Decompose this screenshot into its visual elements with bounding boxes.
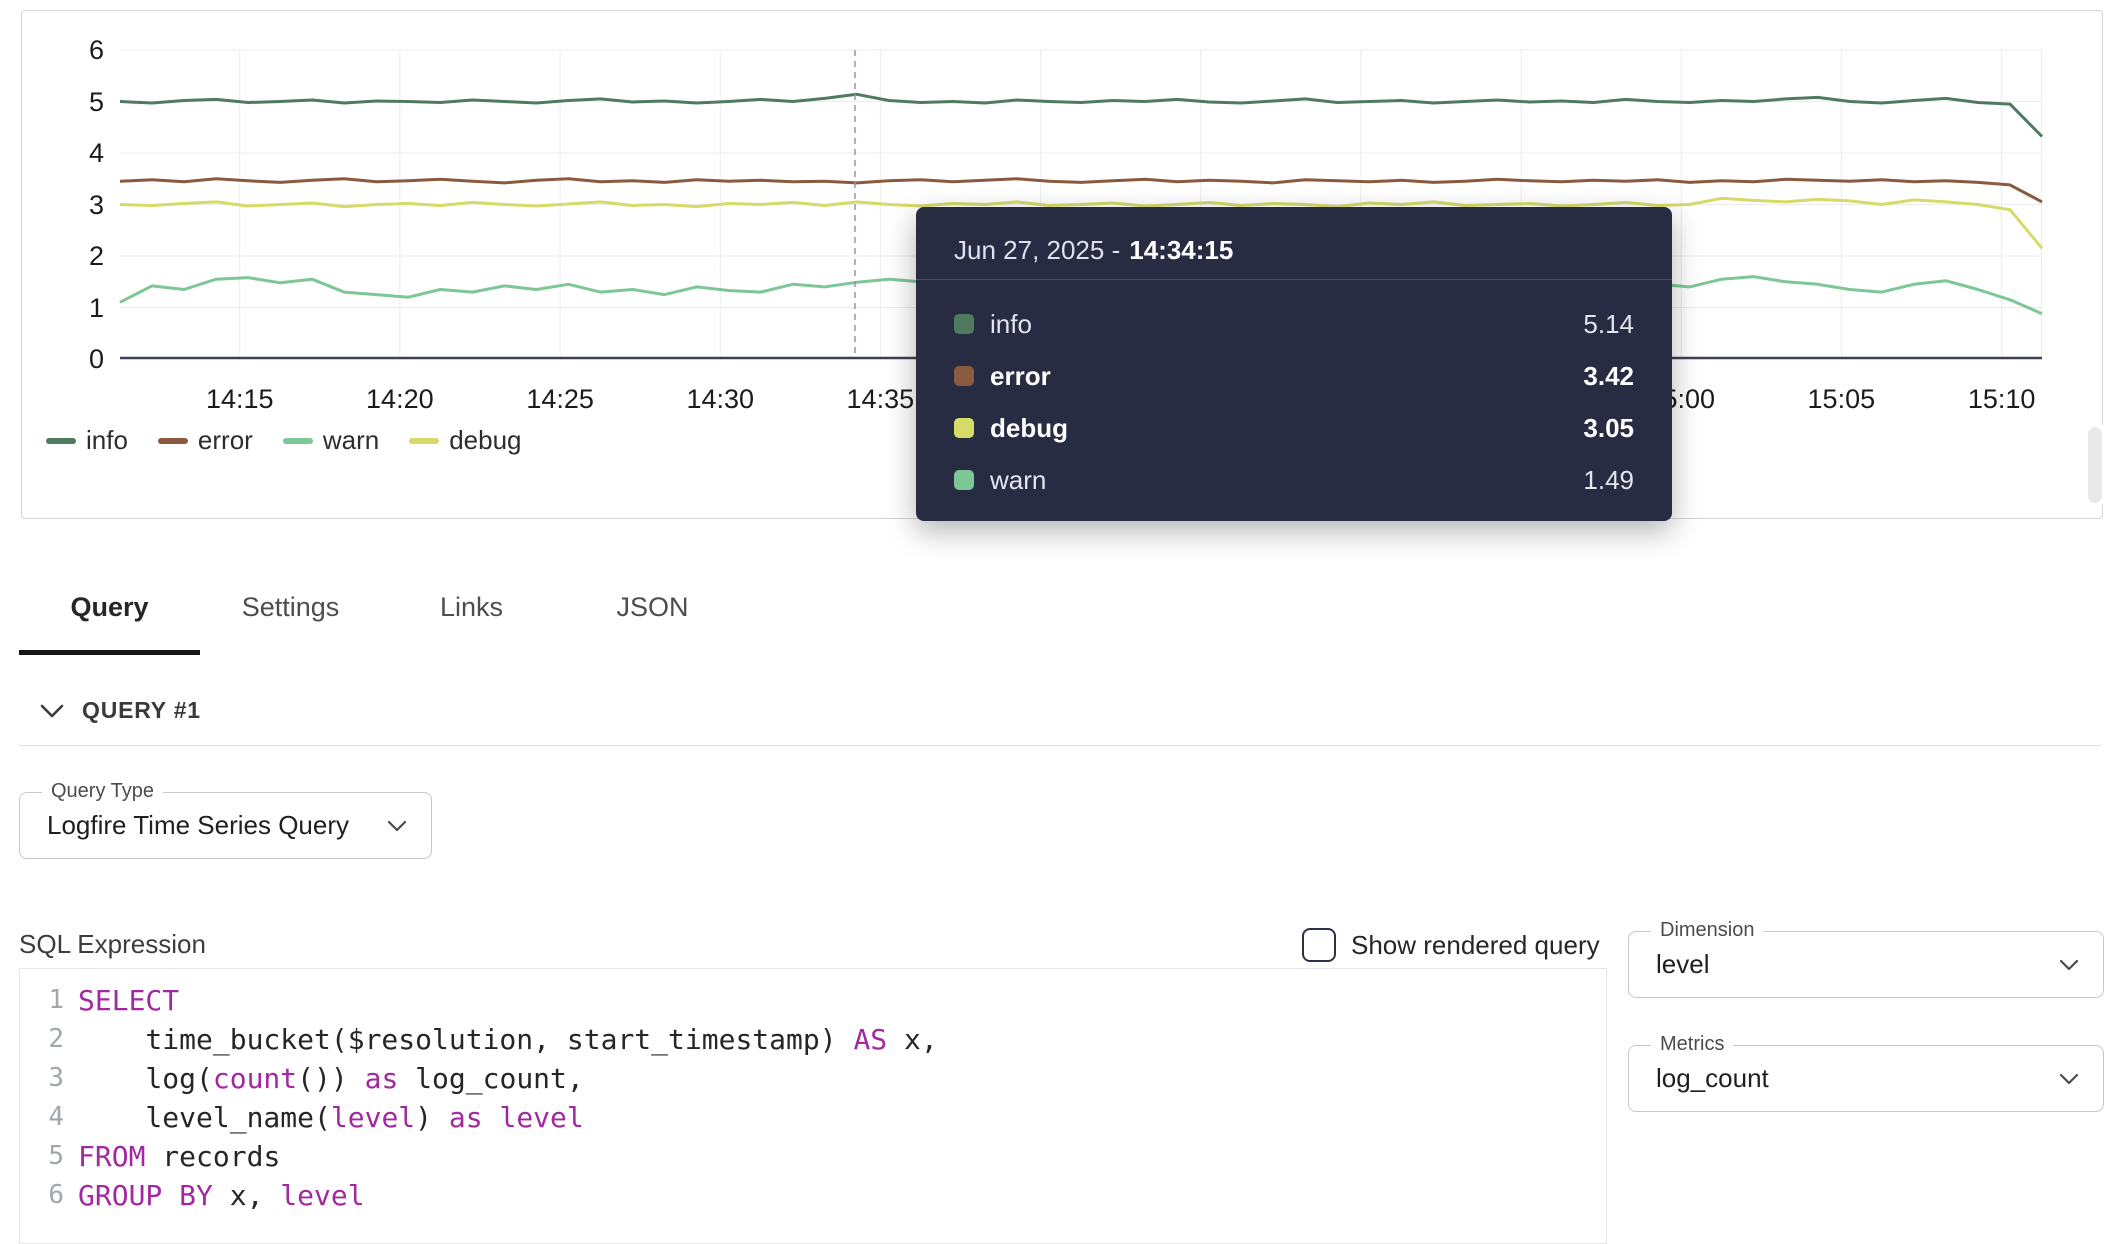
x-axis-tick-label: 14:25: [526, 384, 594, 415]
y-axis-tick-label: 3: [50, 189, 104, 221]
chart-tooltip: Jun 27, 2025 - 14:34:15 info 5.14 error 3.42…: [916, 207, 1672, 521]
dimension-value: level: [1656, 932, 1709, 997]
series-line-error: [120, 179, 2042, 202]
legend-swatch: [409, 438, 439, 444]
series-color-swatch: [954, 470, 974, 490]
sql-editor[interactable]: 1SELECT2 time_bucket($resolution, start_…: [19, 968, 1607, 1244]
page: info error warn debug Jun 27, 2025 - 14:34:1…: [0, 0, 2118, 1244]
code-text: FROM records: [78, 1137, 280, 1176]
tooltip-series-name: error: [990, 361, 1567, 392]
code-line[interactable]: 4 level_name(level) as level: [20, 1098, 1606, 1137]
code-text: level_name(level) as level: [78, 1098, 584, 1137]
chart-scrollbar[interactable]: [2084, 425, 2106, 505]
tab-bar: Query Settings Links JSON: [19, 565, 743, 655]
line-number: 6: [20, 1176, 64, 1215]
show-rendered-query-toggle[interactable]: Show rendered query: [1302, 928, 1600, 962]
query-section-header[interactable]: QUERY #1: [40, 697, 201, 724]
tooltip-time: 14:34:15: [1129, 235, 1233, 265]
tooltip-series-value: 5.14: [1583, 309, 1634, 340]
sql-expression-label: SQL Expression: [19, 929, 206, 960]
query-type-value: Logfire Time Series Query: [47, 793, 349, 858]
legend-label: warn: [323, 425, 379, 456]
query-type-select[interactable]: Query Type Logfire Time Series Query: [19, 792, 432, 859]
metrics-value: log_count: [1656, 1046, 1769, 1111]
section-divider: [19, 745, 2101, 746]
legend-item-error[interactable]: error: [158, 425, 253, 456]
tab-json[interactable]: JSON: [562, 565, 743, 655]
code-text: time_bucket($resolution, start_timestamp…: [78, 1020, 938, 1059]
tooltip-row-debug: debug 3.05: [954, 402, 1634, 454]
x-axis-tick-label: 15:05: [1808, 384, 1876, 415]
code-text: log(count()) as log_count,: [78, 1059, 584, 1098]
code-line[interactable]: 2 time_bucket($resolution, start_timesta…: [20, 1020, 1606, 1059]
legend-item-info[interactable]: info: [46, 425, 128, 456]
tooltip-row-warn: warn 1.49: [954, 454, 1634, 506]
legend-swatch: [283, 438, 313, 444]
tooltip-date: Jun 27, 2025 -: [954, 235, 1120, 265]
tab-settings[interactable]: Settings: [200, 565, 381, 655]
code-text: SELECT: [78, 981, 179, 1020]
tooltip-series-name: info: [990, 309, 1567, 340]
legend-item-debug[interactable]: debug: [409, 425, 521, 456]
tooltip-series-value: 3.05: [1583, 413, 1634, 444]
chevron-down-icon: [2059, 1073, 2079, 1085]
x-axis-tick-label: 14:20: [366, 384, 434, 415]
line-number: 2: [20, 1020, 64, 1059]
chevron-down-icon: [40, 704, 64, 718]
tooltip-row-info: info 5.14: [954, 298, 1634, 350]
x-axis-tick-label: 14:35: [847, 384, 915, 415]
code-line[interactable]: 6 GROUP BY x, level: [20, 1176, 1606, 1215]
legend-item-warn[interactable]: warn: [283, 425, 379, 456]
tab-query[interactable]: Query: [19, 565, 200, 655]
series-color-swatch: [954, 314, 974, 334]
dimension-select[interactable]: Dimension level: [1628, 931, 2104, 998]
y-axis-tick-label: 4: [50, 137, 104, 169]
series-line-info: [120, 94, 2042, 136]
line-number: 4: [20, 1098, 64, 1137]
chart-legend: info error warn debug: [46, 425, 522, 456]
legend-label: info: [86, 425, 128, 456]
x-axis-tick-label: 15:10: [1968, 384, 2036, 415]
tooltip-series-name: debug: [990, 413, 1567, 444]
code-line[interactable]: 5 FROM records: [20, 1137, 1606, 1176]
legend-label: error: [198, 425, 253, 456]
y-axis-tick-label: 5: [50, 86, 104, 118]
tooltip-series-name: warn: [990, 465, 1567, 496]
tooltip-row-error: error 3.42: [954, 350, 1634, 402]
x-axis-tick-label: 14:30: [686, 384, 754, 415]
y-axis-tick-label: 1: [50, 292, 104, 324]
scrollbar-thumb[interactable]: [2088, 427, 2102, 503]
y-axis-tick-label: 2: [50, 240, 104, 272]
tooltip-series-value: 3.42: [1583, 361, 1634, 392]
tooltip-divider: [916, 279, 1672, 280]
line-number: 5: [20, 1137, 64, 1176]
code-text: GROUP BY x, level: [78, 1176, 365, 1215]
line-number: 1: [20, 981, 64, 1020]
tooltip-timestamp: Jun 27, 2025 - 14:34:15: [954, 233, 1634, 267]
show-rendered-checkbox[interactable]: [1302, 928, 1336, 962]
series-color-swatch: [954, 366, 974, 386]
legend-label: debug: [449, 425, 521, 456]
chevron-down-icon: [387, 820, 407, 832]
query-section-title: QUERY #1: [82, 697, 201, 724]
line-number: 3: [20, 1059, 64, 1098]
show-rendered-label: Show rendered query: [1351, 930, 1600, 961]
legend-swatch: [46, 438, 76, 444]
tooltip-rows: info 5.14 error 3.42 debug 3.05 warn 1.49: [954, 298, 1634, 506]
legend-swatch: [158, 438, 188, 444]
chevron-down-icon: [2059, 959, 2079, 971]
tab-links[interactable]: Links: [381, 565, 562, 655]
x-axis-tick-label: 14:15: [206, 384, 274, 415]
series-color-swatch: [954, 418, 974, 438]
y-axis-tick-label: 6: [50, 34, 104, 66]
metrics-select[interactable]: Metrics log_count: [1628, 1045, 2104, 1112]
code-line[interactable]: 3 log(count()) as log_count,: [20, 1059, 1606, 1098]
code-line[interactable]: 1 SELECT: [20, 981, 1606, 1020]
y-axis-tick-label: 0: [50, 343, 104, 375]
tooltip-series-value: 1.49: [1583, 465, 1634, 496]
